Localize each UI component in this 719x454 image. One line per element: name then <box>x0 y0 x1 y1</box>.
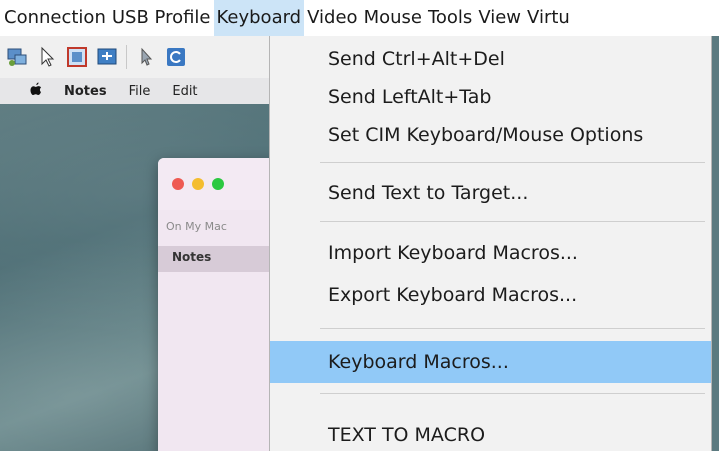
minimize-button[interactable] <box>192 178 204 190</box>
fit-screen-icon[interactable] <box>96 46 118 68</box>
connect-icon[interactable] <box>6 46 28 68</box>
menu-item-send-ctrl-alt-del[interactable]: Send Ctrl+Alt+Del <box>270 40 711 78</box>
refresh-icon[interactable] <box>165 46 187 68</box>
menu-keyboard[interactable]: Keyboard <box>213 0 305 36</box>
app-menubar: Connection USB Profile Keyboard Video Mo… <box>0 0 719 36</box>
menu-view[interactable]: View <box>475 0 524 36</box>
pointer-icon[interactable] <box>36 46 58 68</box>
fullscreen-icon[interactable] <box>66 46 88 68</box>
apple-icon[interactable] <box>30 82 42 100</box>
menu-item-text-to-macro[interactable]: TEXT TO MACRO <box>270 416 711 454</box>
toolbar <box>0 36 270 78</box>
toolbar-separator <box>126 45 127 69</box>
mac-menu-notes[interactable]: Notes <box>64 84 107 99</box>
close-button[interactable] <box>172 178 184 190</box>
menu-virtual-media[interactable]: Virtu <box>524 0 573 36</box>
menu-tools[interactable]: Tools <box>425 0 475 36</box>
menu-connection[interactable]: Connection <box>0 0 109 36</box>
menu-usb-profile[interactable]: USB Profile <box>109 0 214 36</box>
menu-item-import-keyboard-macros[interactable]: Import Keyboard Macros... <box>270 234 711 272</box>
menu-separator <box>320 393 705 394</box>
menu-item-export-keyboard-macros[interactable]: Export Keyboard Macros... <box>270 276 711 314</box>
remote-edge <box>712 36 719 451</box>
menu-item-send-leftalt-tab[interactable]: Send LeftAlt+Tab <box>270 78 711 116</box>
mac-menu-edit[interactable]: Edit <box>172 84 197 99</box>
mac-menu-file[interactable]: File <box>129 84 151 99</box>
zoom-button[interactable] <box>212 178 224 190</box>
menu-separator <box>320 162 705 163</box>
menu-item-keyboard-macros[interactable]: Keyboard Macros... <box>270 341 711 383</box>
menu-mouse[interactable]: Mouse <box>361 0 425 36</box>
menu-item-set-cim-options[interactable]: Set CIM Keyboard/Mouse Options <box>270 116 711 154</box>
menu-separator <box>320 328 705 329</box>
keyboard-menu: Send Ctrl+Alt+Del Send LeftAlt+Tab Set C… <box>269 36 712 451</box>
menu-video[interactable]: Video <box>304 0 360 36</box>
mouse-icon[interactable] <box>135 46 157 68</box>
menu-item-send-text-to-target[interactable]: Send Text to Target... <box>270 174 711 212</box>
menu-separator <box>320 221 705 222</box>
